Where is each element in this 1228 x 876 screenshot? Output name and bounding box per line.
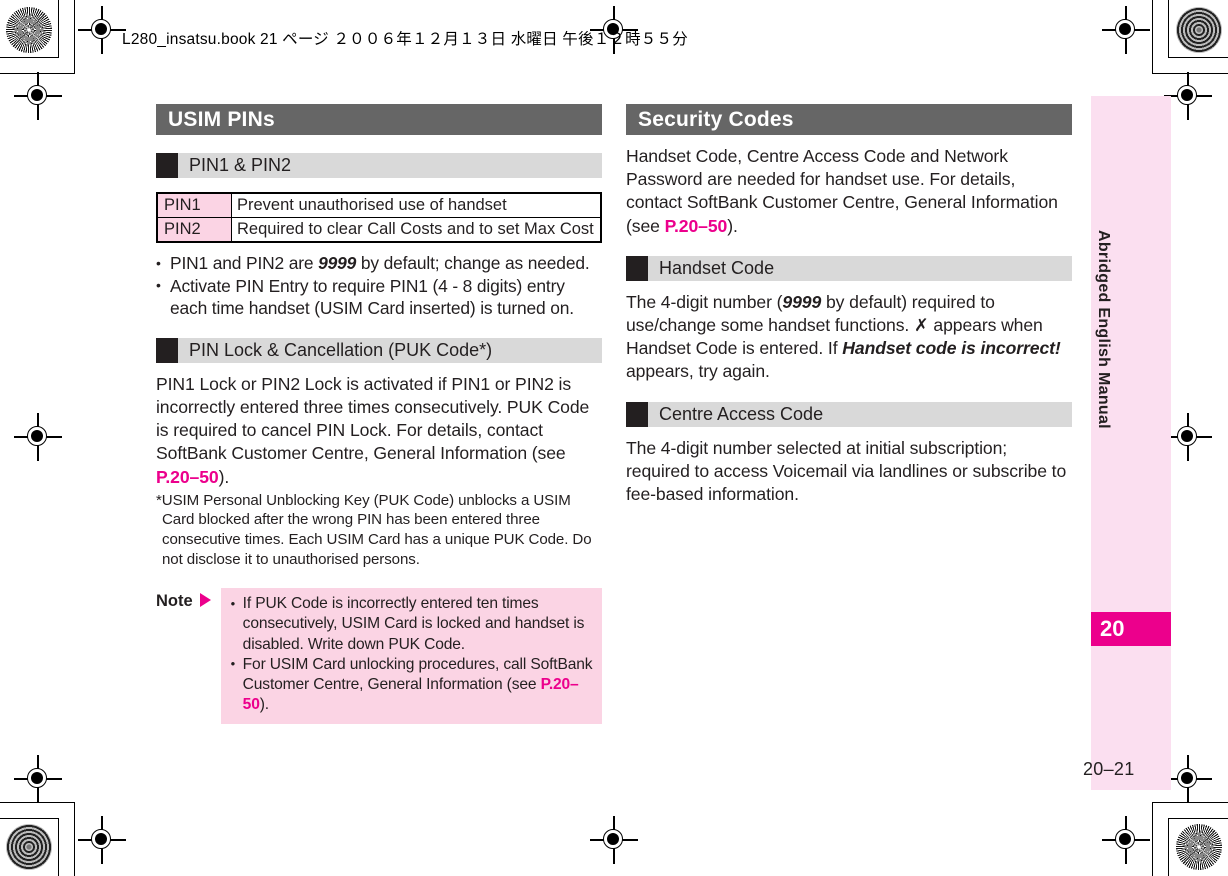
- note-item-text: If PUK Code is incorrectly entered ten t…: [242, 595, 585, 653]
- chapter-number-badge: 20: [1091, 612, 1171, 646]
- subsection-label: PIN1 & PIN2: [189, 155, 292, 175]
- centre-access-code-paragraph: The 4-digit number selected at initial s…: [626, 437, 1067, 505]
- bullet-square-icon: [156, 153, 178, 178]
- handset-code-paragraph: The 4-digit number (9999 by default) req…: [626, 291, 1072, 384]
- subsection-label: Handset Code: [659, 257, 775, 278]
- bullet-text-tail: by default; change as needed.: [356, 253, 590, 273]
- manual-page: USIM PINs PIN1 & PIN2 PIN1 Prevent unaut…: [0, 0, 1228, 876]
- note-content-box: If PUK Code is incorrectly entered ten t…: [220, 588, 602, 725]
- list-item: For USIM Card unlocking procedures, call…: [231, 654, 594, 716]
- table-cell-key: PIN2: [156, 217, 232, 243]
- bullet-square-icon: [626, 401, 648, 427]
- table-cell-value: Prevent unauthorised use of handset: [231, 192, 602, 218]
- subsection-label: Centre Access Code: [659, 403, 824, 424]
- section-header-usim-pins: USIM PINs: [156, 104, 602, 135]
- right-column: Security Codes Handset Code, Centre Acce…: [626, 104, 1072, 506]
- thumb-tab-label-text: Abridged English Manual: [1095, 229, 1112, 429]
- masked-entry-icon: ✗: [913, 315, 929, 336]
- bullet-square-icon: [156, 337, 178, 363]
- thumb-tab-label: Abridged English Manual: [1091, 96, 1171, 790]
- page-folio: 20–21: [1083, 759, 1135, 779]
- intro-tail: ).: [727, 215, 738, 236]
- pin-bullet-list: PIN1 and PIN2 are 9999 by default; chang…: [156, 252, 602, 320]
- paragraph-tail: ).: [218, 466, 230, 487]
- table-cell-key: PIN1: [156, 192, 232, 218]
- note-label: Note: [156, 588, 211, 612]
- bullet-emphasis: 9999: [318, 253, 357, 273]
- section-header-security-codes: Security Codes: [626, 104, 1072, 135]
- pin-definition-table: PIN1 Prevent unauthorised use of handset…: [156, 192, 602, 243]
- note-item-tail: ).: [259, 696, 269, 714]
- subsection-header-centre-access-code: Centre Access Code: [626, 401, 1072, 427]
- puk-footnote: *USIM Personal Unblocking Key (PUK Code)…: [156, 491, 592, 568]
- table-cell-value: Required to clear Call Costs and to set …: [231, 217, 602, 243]
- list-item: Activate PIN Entry to require PIN1 (4 - …: [156, 274, 602, 320]
- page-reference-link[interactable]: P.20–50: [665, 216, 728, 236]
- bullet-text: Activate PIN Entry to require PIN1 (4 - …: [170, 275, 574, 319]
- triangle-right-icon: [199, 593, 211, 608]
- subsection-header-pin1-pin2: PIN1 & PIN2: [156, 153, 602, 178]
- list-item: If PUK Code is incorrectly entered ten t…: [231, 594, 594, 655]
- subsection-header-pin-lock: PIN Lock & Cancellation (PUK Code*): [156, 337, 602, 363]
- subsection-label: PIN Lock & Cancellation (PUK Code*): [189, 339, 493, 360]
- chapter-thumb-tab: Abridged English Manual 20: [1091, 96, 1171, 790]
- table-row: PIN1 Prevent unauthorised use of handset: [156, 192, 602, 218]
- page-reference-link[interactable]: P.20–50: [156, 467, 219, 487]
- subsection-header-handset-code: Handset Code: [626, 255, 1072, 281]
- paragraph-tail: appears, try again.: [626, 361, 770, 382]
- left-column: USIM PINs PIN1 & PIN2 PIN1 Prevent unaut…: [156, 104, 602, 725]
- error-message-text: Handset code is incorrect!: [842, 338, 1061, 359]
- table-row: PIN2 Required to clear Call Costs and to…: [156, 217, 602, 243]
- note-label-text: Note: [156, 592, 193, 611]
- note-block: Note If PUK Code is incorrectly entered …: [156, 588, 602, 725]
- default-code-value: 9999: [782, 291, 822, 312]
- paragraph-lead: PIN1 Lock or PIN2 Lock is activated if P…: [156, 373, 590, 464]
- pin-lock-paragraph: PIN1 Lock or PIN2 Lock is activated if P…: [156, 373, 602, 489]
- bullet-text-lead: PIN1 and PIN2 are: [170, 253, 319, 273]
- list-item: PIN1 and PIN2 are 9999 by default; chang…: [156, 252, 602, 275]
- paragraph-lead: The 4-digit number (: [626, 291, 783, 312]
- bullet-square-icon: [626, 255, 648, 281]
- security-codes-intro: Handset Code, Centre Access Code and Net…: [626, 145, 1072, 238]
